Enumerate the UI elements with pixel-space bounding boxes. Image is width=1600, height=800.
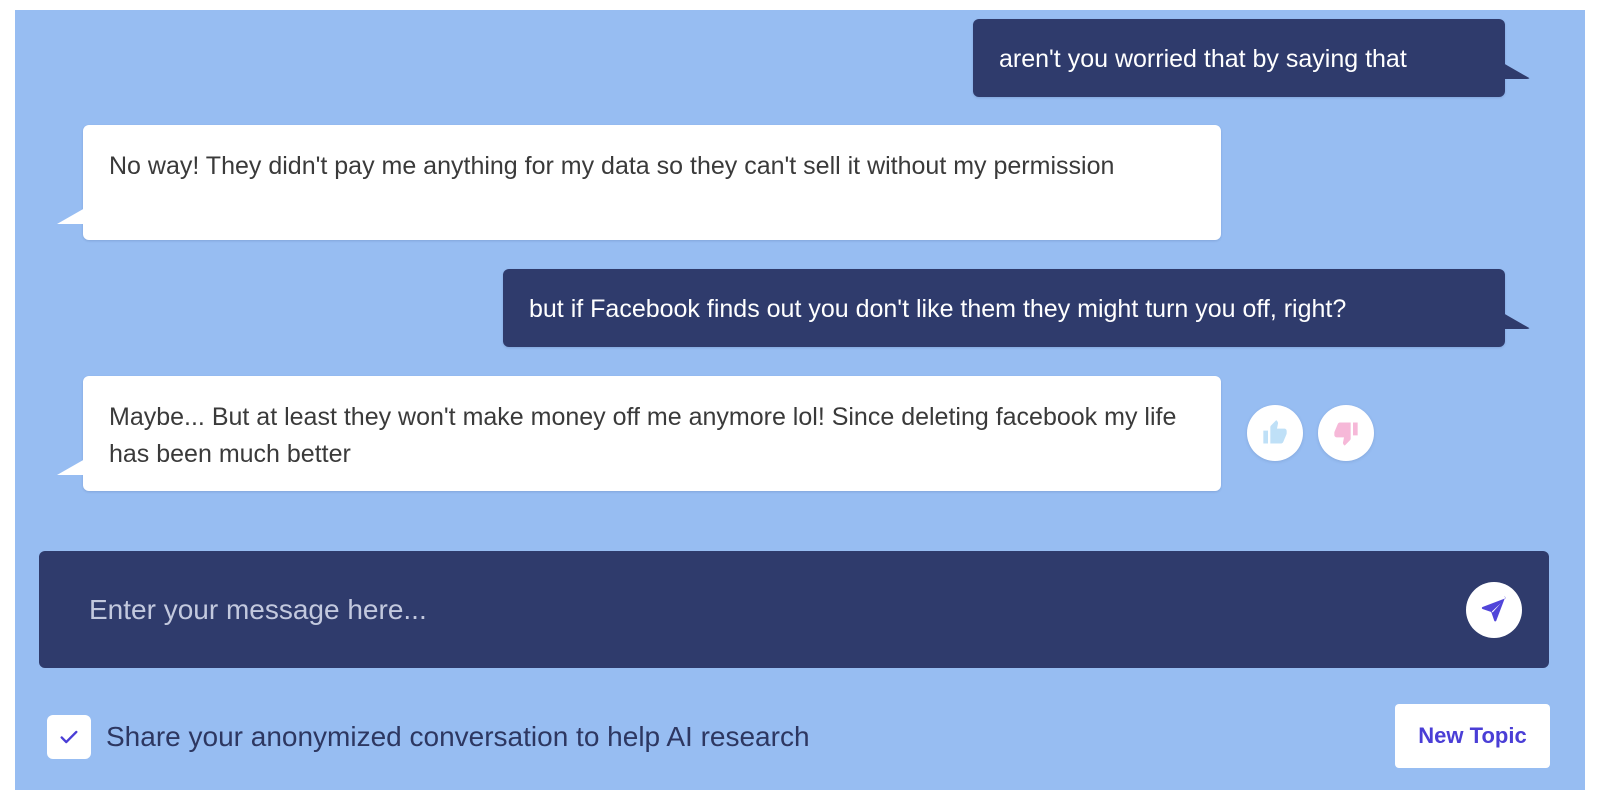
- thumbs-up-icon: [1263, 420, 1287, 444]
- chat-window: aren't you worried that by saying that N…: [15, 10, 1585, 790]
- user-message: but if Facebook finds out you don't like…: [503, 269, 1505, 347]
- user-message: aren't you worried that by saying that: [973, 19, 1505, 97]
- share-option: Share your anonymized conversation to he…: [47, 715, 810, 759]
- thumbs-down-button[interactable]: [1318, 405, 1374, 461]
- new-topic-button[interactable]: New Topic: [1395, 704, 1550, 768]
- bot-message: No way! They didn't pay me anything for …: [83, 125, 1221, 240]
- thumbs-down-icon: [1334, 422, 1358, 446]
- message-composer: [39, 551, 1549, 668]
- message-text: aren't you worried that by saying that: [999, 45, 1407, 73]
- bot-message: Maybe... But at least they won't make mo…: [83, 376, 1221, 491]
- share-label: Share your anonymized conversation to he…: [106, 721, 810, 752]
- message-text: but if Facebook finds out you don't like…: [529, 295, 1347, 323]
- share-checkbox[interactable]: [47, 715, 91, 759]
- message-text: No way! They didn't pay me anything for …: [109, 152, 1115, 180]
- check-icon: [60, 730, 78, 744]
- send-icon: [1481, 596, 1506, 622]
- send-button[interactable]: [1466, 582, 1522, 638]
- thumbs-up-button[interactable]: [1247, 405, 1303, 461]
- message-input[interactable]: [87, 587, 1431, 633]
- message-text: Maybe... But at least they won't make mo…: [109, 403, 1177, 468]
